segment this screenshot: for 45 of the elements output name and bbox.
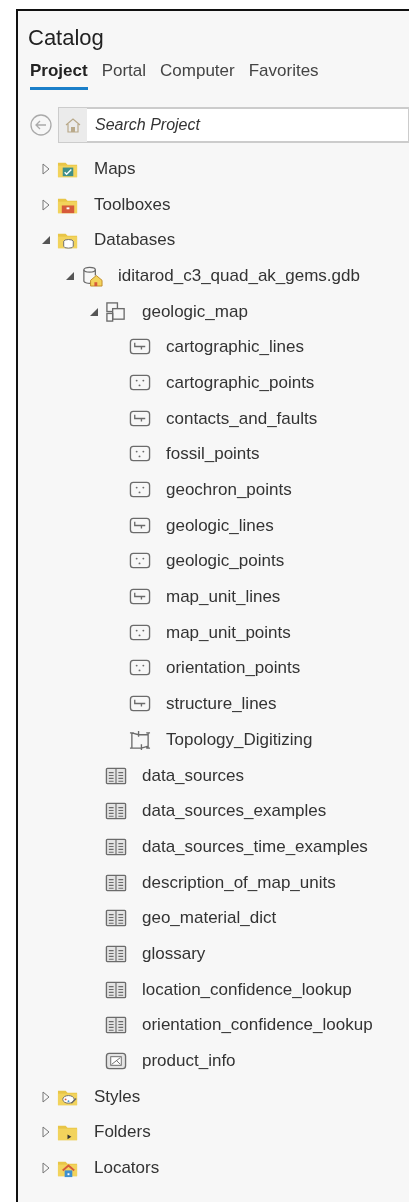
expander-icon[interactable] [40, 1090, 52, 1103]
tab[interactable]: Favorites [248, 61, 319, 90]
search-field[interactable]: Search Project [87, 108, 409, 142]
tree-item[interactable]: glossary [142, 943, 206, 964]
tree-item[interactable]: Topology_Digitizing [166, 729, 313, 750]
topology-icon [129, 728, 151, 751]
tree-item[interactable]: Maps [94, 158, 136, 179]
tree-item[interactable]: geologic_points [166, 551, 285, 572]
expander-icon[interactable] [40, 1126, 52, 1139]
tree-item[interactable]: cartographic_points [166, 372, 315, 393]
tree-item[interactable]: geologic_lines [166, 515, 274, 536]
tree-item[interactable]: description_of_map_units [142, 872, 336, 893]
tree-item[interactable]: data_sources [142, 765, 245, 786]
tree-item[interactable]: Toolboxes [94, 194, 171, 215]
tree-item[interactable]: location_confidence_lookup [142, 979, 352, 1000]
geodatabase-icon [81, 264, 103, 287]
tree-item[interactable]: Locators [94, 1158, 160, 1179]
tab[interactable]: Portal [101, 61, 147, 90]
panel-title: Catalog [27, 24, 104, 51]
tree-item[interactable]: cartographic_lines [166, 337, 304, 358]
tree-item[interactable]: data_sources_time_examples [142, 836, 368, 857]
tree-item[interactable]: fossil_points [166, 444, 260, 465]
tree-item[interactable]: orientation_points [166, 658, 301, 679]
tab[interactable]: Computer [160, 61, 235, 90]
tree-item[interactable]: Databases [94, 230, 176, 251]
tree-item[interactable]: geologic_map [142, 301, 248, 322]
tree-item[interactable]: geo_material_dict [142, 908, 277, 929]
tree-item[interactable]: map_unit_lines [166, 587, 281, 608]
tree-item[interactable]: data_sources_examples [142, 801, 327, 822]
tree-item[interactable]: contacts_and_faults [166, 408, 318, 429]
tree-item[interactable]: Styles [94, 1086, 141, 1107]
expander-icon[interactable] [40, 1162, 52, 1175]
tree-item[interactable]: geochron_points [166, 480, 292, 501]
expander-icon[interactable] [40, 162, 52, 175]
back-icon[interactable] [30, 114, 52, 136]
tree-item[interactable]: Folders [94, 1122, 151, 1143]
tree-item[interactable]: structure_lines [166, 694, 277, 715]
tree-item[interactable]: iditarod_c3_quad_ak_gems.gdb [118, 265, 360, 286]
expander-icon[interactable] [40, 234, 52, 247]
dataset-icon [105, 300, 127, 323]
expander-icon[interactable] [40, 198, 52, 211]
tree-item[interactable]: orientation_confidence_lookup [142, 1015, 373, 1036]
tree-item[interactable]: product_info [142, 1051, 236, 1072]
tree-item[interactable]: map_unit_points [166, 622, 291, 643]
tab[interactable]: Project [30, 61, 88, 90]
